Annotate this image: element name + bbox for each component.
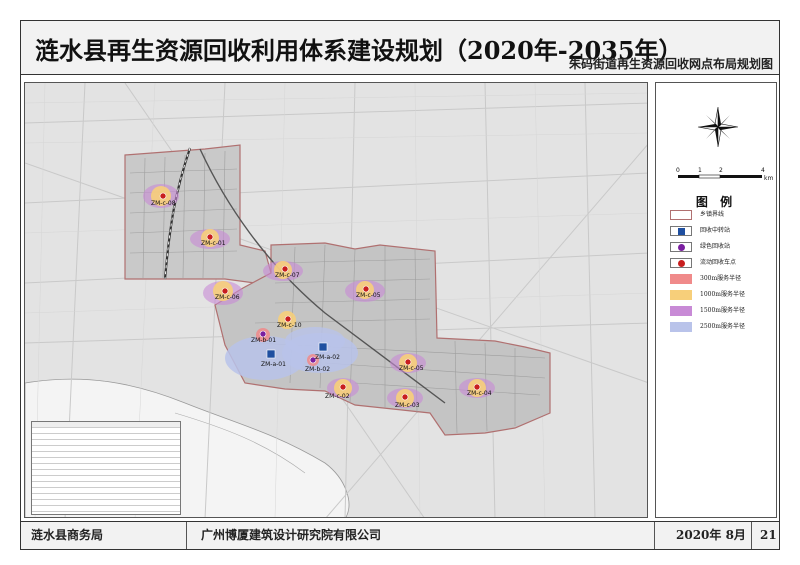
legend-item-2500m: 2500m服务半径 <box>670 322 774 334</box>
legend-label: 1500m服务半径 <box>700 307 745 314</box>
point-label: ZM-c-02 <box>325 393 350 400</box>
radius-swatch <box>670 306 692 316</box>
point-label: ZM-a-01 <box>261 361 286 368</box>
table-row <box>32 506 180 512</box>
point-label: ZM-c-03 <box>395 402 420 409</box>
legend-item-1500m: 1500m服务半径 <box>670 306 774 318</box>
title-bar: 涟水县再生资源回收利用体系建设规划（2020年-2035年） 朱码街道再生资源回… <box>21 21 779 75</box>
point-label: ZM-c-05 <box>399 365 424 372</box>
map-canvas[interactable]: ZM-c-08 ZM-c-01 ZM-c-07 ZM-c-06 ZM-c-05 … <box>24 82 648 518</box>
legend-item-300m: 300m服务半径 <box>670 274 774 286</box>
mobile-point-marker[interactable] <box>159 192 167 200</box>
footer-designer: 广州博厦建筑设计研究院有限公司 <box>201 528 382 542</box>
legend-item-green-station: 绿色回收站 <box>670 242 774 254</box>
footer-divider <box>186 522 187 549</box>
transfer-station-marker[interactable] <box>318 342 328 352</box>
red-dot-icon <box>678 260 685 267</box>
point-label: ZM-b-01 <box>251 337 276 344</box>
footer-divider <box>654 522 655 549</box>
legend-panel: 0 1 2 4 km 图 例 乡镇界线 回收中转站 绿色回收站 流动回收车点 3… <box>655 82 777 518</box>
mobile-point-marker[interactable] <box>339 383 347 391</box>
legend-label: 回收中转站 <box>700 227 731 234</box>
mobile-swatch <box>670 258 692 268</box>
legend-label: 绿色回收站 <box>700 243 731 250</box>
point-label: ZM-c-04 <box>467 390 492 397</box>
point-label: ZM-c-07 <box>275 272 300 279</box>
radius-swatch <box>670 290 692 300</box>
scale-unit: km <box>764 175 774 182</box>
scale-tick-2: 2 <box>719 167 723 174</box>
radius-swatch <box>670 322 692 332</box>
scale-tick-0: 0 <box>676 167 680 174</box>
footer-bar: 涟水县商务局 广州博厦建筑设计研究院有限公司 2020年 8月 21 <box>21 521 779 549</box>
footer-page-number: 21 <box>760 528 777 542</box>
green-swatch <box>670 242 692 252</box>
north-arrow-icon <box>697 106 739 148</box>
footer-agency: 涟水县商务局 <box>31 528 104 542</box>
legend-item-boundary: 乡镇界线 <box>670 210 774 222</box>
legend-label: 流动回收车点 <box>700 259 737 266</box>
point-label: ZM-c-01 <box>201 240 226 247</box>
blue-square-icon <box>678 228 685 235</box>
map-subtitle: 朱码街道再生资源回收网点布局规划图 <box>568 57 773 71</box>
legend-item-transfer-station: 回收中转站 <box>670 226 774 238</box>
transfer-swatch <box>670 226 692 236</box>
point-label: ZM-c-05 <box>356 292 381 299</box>
legend-label: 乡镇界线 <box>700 211 725 218</box>
legend-label: 1000m服务半径 <box>700 291 745 298</box>
legend-label: 2500m服务半径 <box>700 323 745 330</box>
scale-tick-4: 4 <box>761 167 765 174</box>
point-label: ZM-c-10 <box>277 322 302 329</box>
transfer-station-marker[interactable] <box>266 349 276 359</box>
boundary-swatch <box>670 210 692 220</box>
radius-2500m <box>285 327 345 355</box>
legend-item-1000m: 1000m服务半径 <box>670 290 774 302</box>
footer-divider <box>751 522 752 549</box>
point-table <box>31 421 181 515</box>
legend-label: 300m服务半径 <box>700 275 742 282</box>
purple-dot-icon <box>678 244 685 251</box>
scale-tick-1: 1 <box>698 167 702 174</box>
legend-title: 图 例 <box>695 195 737 209</box>
point-label: ZM-c-08 <box>151 200 176 207</box>
footer-date: 2020年 8月 <box>676 528 746 542</box>
point-label: ZM-b-02 <box>305 366 330 373</box>
point-label: ZM-c-06 <box>215 294 240 301</box>
point-label: ZM-a-02 <box>315 354 340 361</box>
mobile-point-marker[interactable] <box>401 393 409 401</box>
radius-swatch <box>670 274 692 284</box>
legend-item-mobile-point: 流动回收车点 <box>670 258 774 270</box>
